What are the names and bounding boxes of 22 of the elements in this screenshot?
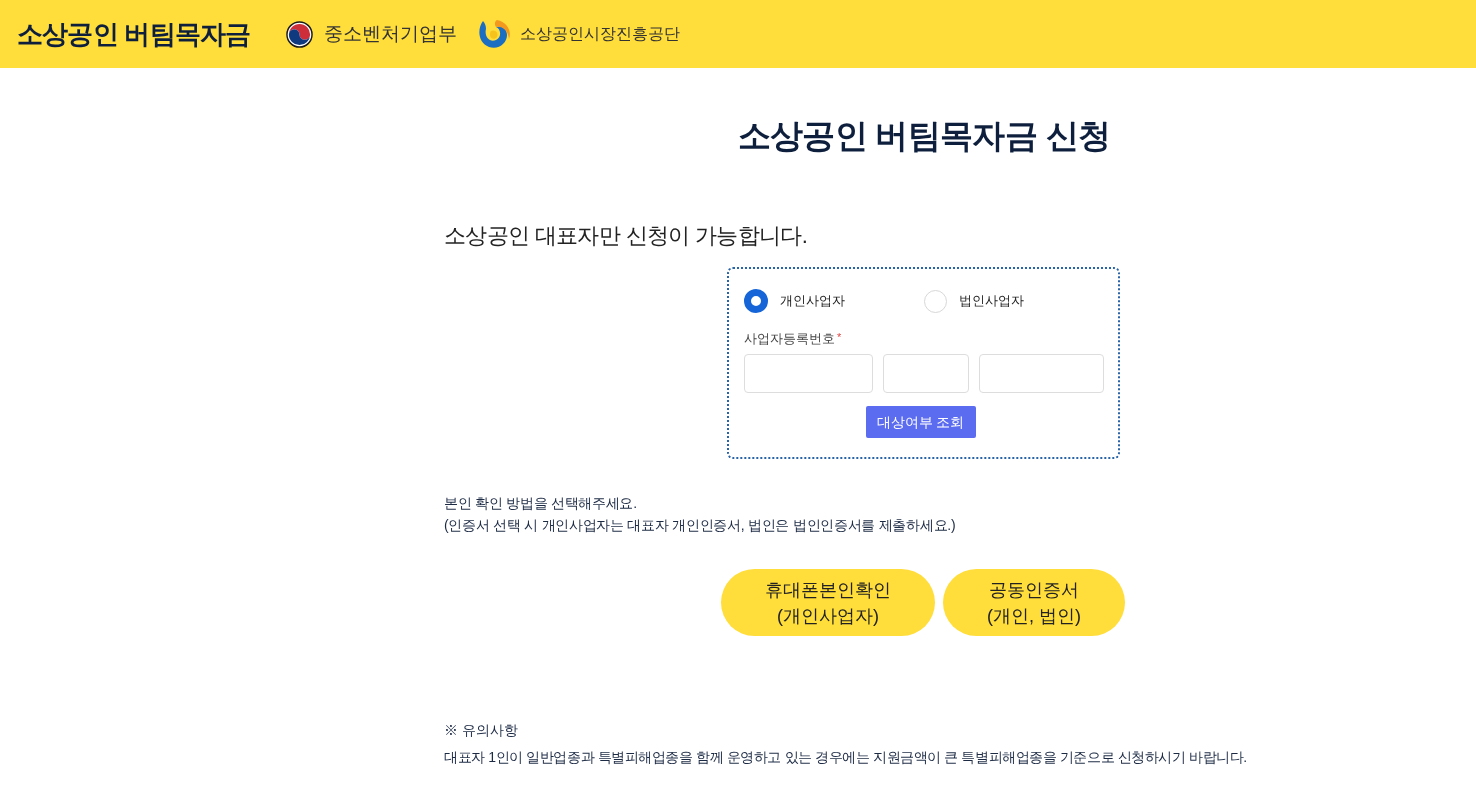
instruction-text: (인증서 선택 시 개인사업자는 대표자 개인인증서, 법인은 법인인증서를 제출하세요.): [444, 516, 957, 535]
agency-name: 소상공인시장진흥공단: [520, 24, 681, 44]
logo-icon: [477, 19, 513, 49]
required-mark: *: [837, 330, 842, 344]
input-field[interactable]: [744, 354, 873, 393]
lookup-button[interactable]: 대상여부 조회: [865, 406, 976, 438]
ministry-name: 중소벤처기업부: [324, 21, 458, 46]
caution-text: 대표자 1인이 일반업종과 특별피해업종을 함께 운영하고 있는 경우에는 지원금액이 큰 특별피해업종을 기준으로 신청하시기 바랍니다.: [444, 748, 1248, 767]
instruction-text: 본인 확인 방법을 선택해주세요.: [444, 494, 638, 513]
input-field[interactable]: [883, 354, 969, 393]
radio-label[interactable]: 개인사업자: [780, 291, 845, 311]
verification-button[interactable]: 공동인증서 (개인, 법인): [943, 569, 1125, 636]
emblem-icon: [286, 20, 314, 48]
radio-label[interactable]: 법인사업자: [958, 291, 1024, 311]
verification-button[interactable]: 휴대폰본인확인 (개인사업자): [721, 569, 935, 636]
caution-heading: ※ 유의사항: [444, 721, 519, 740]
page-title: 소상공인 버팀목자금 신청: [736, 116, 1112, 156]
radio-button[interactable]: [744, 289, 768, 313]
notice-text: 소상공인 대표자만 신청이 가능합니다.: [444, 222, 809, 250]
field-label: 사업자등록번호: [744, 330, 835, 348]
site-title[interactable]: 소상공인 버팀목자금: [17, 14, 251, 54]
input-field[interactable]: [979, 354, 1104, 393]
